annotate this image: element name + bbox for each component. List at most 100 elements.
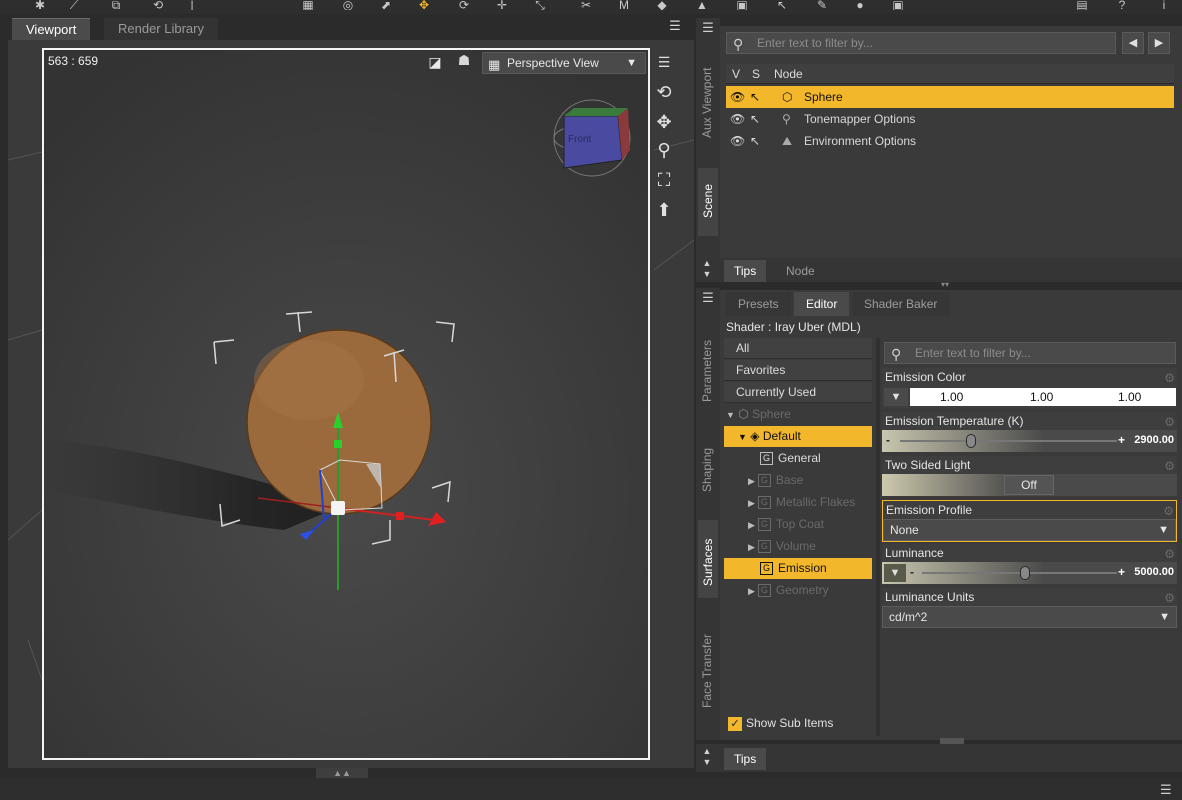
tree-group-geometry[interactable]: ▶ G Geometry bbox=[724, 580, 872, 601]
color-picker-dropdown[interactable]: ▼ bbox=[884, 388, 908, 406]
scene-pane-menu-icon[interactable]: ☰ bbox=[698, 20, 718, 40]
tree-group-metallic-flakes[interactable]: ▶ G Metallic Flakes bbox=[724, 492, 872, 513]
tab-editor[interactable]: Editor bbox=[794, 292, 850, 316]
copy-tool-icon[interactable]: ⧉ bbox=[108, 0, 124, 10]
render-settings-icon[interactable]: ▦ bbox=[296, 0, 320, 10]
luminance-slider[interactable]: ▼ - + 5000.00 bbox=[882, 562, 1177, 584]
luminance-dropdown[interactable]: ▼ bbox=[884, 564, 906, 582]
select-cursor-icon[interactable]: ↖ bbox=[750, 108, 760, 130]
color-b[interactable]: 1.00 bbox=[1118, 388, 1141, 406]
scene-filter-input[interactable]: ⚲ Enter text to filter by... bbox=[726, 32, 1116, 54]
tab-aux-viewport[interactable]: Aux Viewport bbox=[700, 68, 714, 138]
select-cursor-icon[interactable]: ↖ bbox=[750, 86, 760, 108]
bar-tool-icon[interactable]: | bbox=[184, 0, 200, 10]
col-node[interactable]: Node bbox=[774, 64, 803, 84]
view-mode-dropdown[interactable]: ▦ Perspective View ▼ bbox=[482, 52, 646, 74]
plus-icon[interactable]: + bbox=[1118, 433, 1125, 447]
expand-arrow-icon[interactable]: ▼ bbox=[726, 410, 735, 420]
tab-tips[interactable]: Tips bbox=[724, 260, 767, 282]
color-r[interactable]: 1.00 bbox=[940, 388, 963, 406]
tree-splitter[interactable] bbox=[876, 338, 880, 736]
tab-tips-surfaces[interactable]: Tips bbox=[724, 748, 767, 770]
help-icon[interactable]: ? bbox=[1114, 0, 1130, 10]
navigation-cube[interactable] bbox=[553, 99, 631, 177]
tree-group-emission[interactable]: G Emission bbox=[724, 558, 872, 579]
target-icon[interactable]: ◎ bbox=[340, 0, 356, 10]
surfaces-scroll-arrows-icon[interactable]: ▲ ▼ bbox=[700, 746, 714, 768]
scene-row-environment[interactable]: 👁 ↖ ⛰ Environment Options bbox=[726, 130, 1174, 152]
cut-tool-icon[interactable]: ✂ bbox=[578, 0, 594, 10]
splitter-handle[interactable]: ▾▾ bbox=[930, 281, 960, 289]
universal-active-icon[interactable]: ✥ bbox=[416, 0, 432, 10]
eye-icon[interactable]: 👁 bbox=[730, 130, 745, 152]
property-filter-input[interactable]: ⚲ Enter text to filter by... bbox=[884, 342, 1176, 364]
viewport-canvas[interactable] bbox=[42, 48, 650, 760]
select-arrow-icon[interactable]: ↖ bbox=[774, 0, 790, 10]
tree-root-sphere[interactable]: ▼ ⬡ Sphere bbox=[724, 404, 872, 425]
two-sided-light-toggle[interactable]: Off bbox=[882, 474, 1177, 496]
tab-presets[interactable]: Presets bbox=[726, 292, 791, 316]
gear-icon[interactable]: ⚙ bbox=[1164, 545, 1175, 563]
tab-scene[interactable]: Scene bbox=[701, 184, 715, 218]
minus-icon[interactable]: - bbox=[910, 565, 914, 579]
surfaces-pane-menu-icon[interactable]: ☰ bbox=[698, 290, 718, 310]
tree-group-volume[interactable]: ▶ G Volume bbox=[724, 536, 872, 557]
toggle-value[interactable]: Off bbox=[1004, 475, 1054, 495]
category-currently-used[interactable]: Currently Used bbox=[724, 382, 872, 403]
tab-render-library[interactable]: Render Library bbox=[104, 18, 218, 40]
slider-value[interactable]: 5000.00 bbox=[1134, 566, 1174, 578]
viewport-options-icon[interactable]: ☰ bbox=[651, 50, 677, 74]
rotate-tool-icon[interactable]: ⟳ bbox=[456, 0, 472, 10]
status-menu-icon[interactable]: ☰ bbox=[1160, 782, 1178, 798]
mesh-tool-icon[interactable]: M bbox=[616, 0, 632, 10]
expand-arrow-icon[interactable]: ▶ bbox=[748, 520, 755, 530]
translate-tool-icon[interactable]: ✛ bbox=[494, 0, 510, 10]
node-weight-icon[interactable]: ⟲ bbox=[150, 0, 166, 10]
gear-icon[interactable]: ⚙ bbox=[1164, 369, 1175, 387]
frame-icon[interactable]: ⛶ bbox=[651, 168, 677, 192]
tab-shader-baker[interactable]: Shader Baker bbox=[852, 292, 950, 316]
emission-profile-dropdown[interactable]: None ▼ bbox=[883, 519, 1176, 541]
expand-arrow-icon[interactable]: ▶ bbox=[748, 476, 755, 486]
tree-group-base[interactable]: ▶ G Base bbox=[724, 470, 872, 491]
scene-back-button[interactable]: ◀ bbox=[1122, 32, 1144, 54]
expand-arrow-icon[interactable]: ▶ bbox=[748, 586, 755, 596]
gear-icon[interactable]: ⚙ bbox=[1163, 502, 1174, 520]
camera-select-icon[interactable]: ☗ bbox=[452, 52, 476, 74]
eye-icon[interactable]: 👁 bbox=[730, 108, 745, 130]
luminance-units-dropdown[interactable]: cd/m^2 ▼ bbox=[882, 606, 1177, 628]
zoom-icon[interactable]: ⚲ bbox=[651, 138, 677, 162]
camera-tool-icon[interactable]: ▣ bbox=[734, 0, 750, 10]
category-all[interactable]: All bbox=[724, 338, 872, 359]
viewport-collapse-handle[interactable]: ▲▲ bbox=[316, 768, 368, 778]
up-arrow-icon[interactable]: ⬆ bbox=[651, 198, 677, 222]
paint-tool-icon[interactable]: ✎ bbox=[814, 0, 830, 10]
show-sub-items-checkbox[interactable]: ✓ Show Sub Items bbox=[728, 714, 868, 732]
gear-icon[interactable]: ⚙ bbox=[1164, 589, 1175, 607]
orbit-icon[interactable]: ⟲ bbox=[651, 80, 677, 104]
slider-value[interactable]: 2900.00 bbox=[1134, 434, 1174, 446]
pointer-icon[interactable]: ⬈ bbox=[378, 0, 394, 10]
gear-icon[interactable]: ⚙ bbox=[1164, 413, 1175, 431]
slider-knob[interactable] bbox=[966, 434, 976, 448]
slider-knob[interactable] bbox=[1020, 566, 1030, 580]
plus-icon[interactable]: + bbox=[1118, 565, 1125, 579]
tree-group-general[interactable]: G General bbox=[724, 448, 872, 469]
pan-icon[interactable]: ✥ bbox=[651, 110, 677, 134]
figure-tool-icon[interactable]: ▲ bbox=[694, 0, 710, 10]
col-visible[interactable]: V bbox=[732, 64, 740, 84]
viewport-menu-icon[interactable]: ☰ bbox=[666, 18, 684, 36]
scale-tool-icon[interactable]: ⤡ bbox=[532, 0, 548, 10]
scene-row-sphere[interactable]: 👁 ↖ ⬡ Sphere bbox=[726, 86, 1174, 108]
color-swatch[interactable]: 1.00 1.00 1.00 bbox=[910, 388, 1176, 406]
col-selectable[interactable]: S bbox=[752, 64, 760, 84]
layout-icon[interactable]: ▤ bbox=[1074, 0, 1090, 10]
tab-parameters[interactable]: Parameters bbox=[700, 340, 714, 402]
scene-row-tonemapper[interactable]: 👁 ↖ ⚲ Tonemapper Options bbox=[726, 108, 1174, 130]
emission-temperature-slider[interactable]: - + 2900.00 bbox=[882, 430, 1177, 452]
expand-arrow-icon[interactable]: ▶ bbox=[748, 542, 755, 552]
expand-arrow-icon[interactable]: ▼ bbox=[738, 432, 747, 442]
minus-icon[interactable]: - bbox=[886, 433, 890, 447]
tree-material-default[interactable]: ▼ ◈ Default bbox=[724, 426, 872, 447]
universal-tool-icon[interactable]: ✱ bbox=[32, 0, 48, 10]
